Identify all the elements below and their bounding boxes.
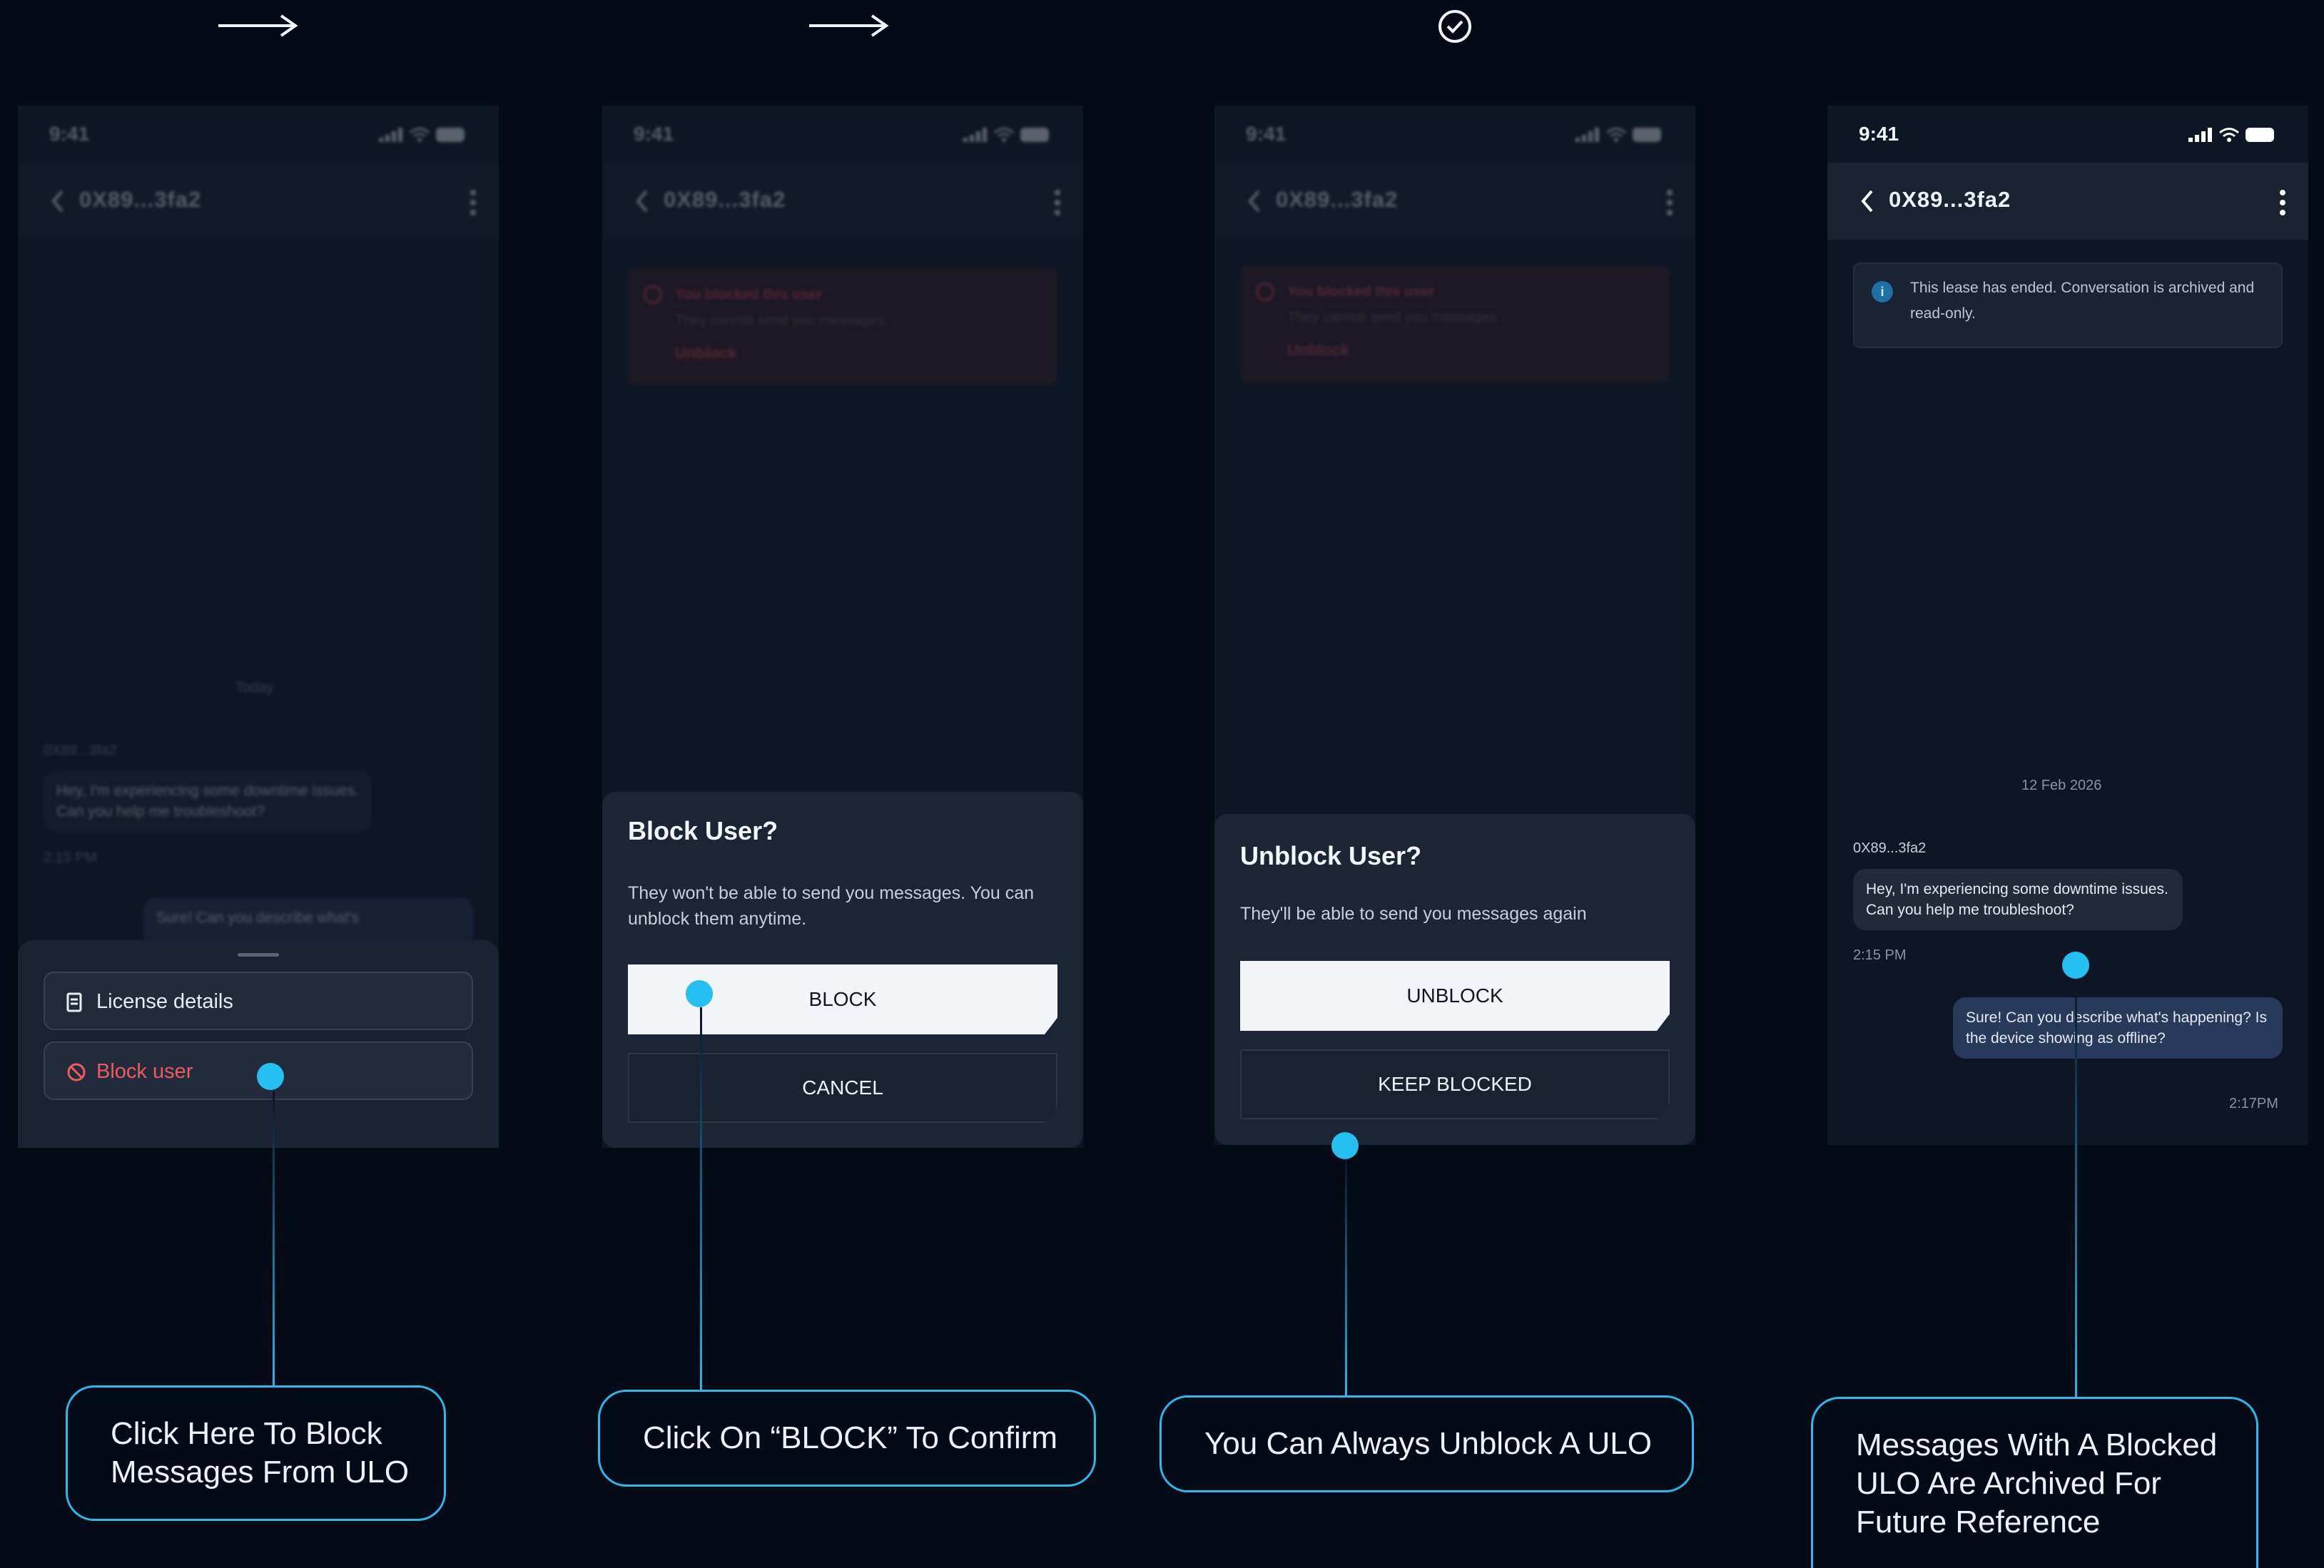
sheet-handle[interactable] — [238, 953, 279, 957]
outgoing-message: Sure! Can you describe what's happening?… — [1953, 997, 2283, 1059]
block-user-label: Block user — [96, 1060, 193, 1083]
chat-title: 0X89...3fa2 — [79, 187, 202, 212]
connector-line-2 — [700, 1007, 702, 1391]
info-icon: i — [1872, 281, 1893, 302]
status-bar: 9:41 — [18, 106, 499, 163]
more-icon[interactable] — [1053, 188, 1062, 220]
connector-line-3 — [1345, 1160, 1347, 1395]
chat-title: 0X89...3fa2 — [1889, 187, 2011, 212]
back-icon[interactable] — [1859, 188, 1876, 218]
screen-unblock-confirm: 9:41 0X89...3fa2 You blocked this user T… — [1214, 106, 1695, 1145]
incoming-message: Hey, I'm experiencing some downtime issu… — [44, 770, 372, 832]
archived-info-banner: i This lease has ended. Conversation is … — [1853, 263, 2283, 348]
status-time: 9:41 — [634, 123, 674, 145]
message-time: 2:15 PM — [44, 850, 97, 865]
sender-label: 0X89...3fa2 — [44, 743, 117, 758]
dialog-text: They won't be able to send you messages.… — [628, 883, 1035, 929]
tap-indicator-1 — [257, 1063, 284, 1090]
block-icon — [644, 285, 662, 304]
callout-text-line-2: Messages From ULO — [111, 1455, 410, 1490]
incoming-message: Hey, I'm experiencing some downtime issu… — [1853, 869, 2183, 930]
status-icons — [1575, 127, 1664, 143]
status-icons — [379, 127, 467, 143]
blocked-banner: You blocked this user They cannot send y… — [628, 268, 1057, 385]
screen-block-confirm: 9:41 0X89...3fa2 You blocked this user T… — [602, 106, 1083, 1148]
sender-label: 0X89...3fa2 — [1853, 840, 1927, 856]
callout-block-hint: Click Here To Block Messages From ULO — [66, 1385, 446, 1521]
screen-archived-chat: 9:41 0X89...3fa2 i This lease has ended.… — [1827, 106, 2308, 1145]
check-circle-icon — [1437, 9, 1473, 44]
status-time: 9:41 — [49, 123, 90, 145]
callout-text-line-1: Click Here To Block — [111, 1416, 382, 1451]
chat-header: 0X89...3fa2 — [602, 163, 1083, 240]
tap-indicator-3 — [1331, 1132, 1359, 1159]
chat-header: 0X89...3fa2 — [18, 163, 499, 240]
status-icons — [2188, 127, 2277, 143]
block-icon — [66, 1062, 86, 1086]
incoming-time: 2:15 PM — [1853, 947, 1907, 963]
dialog-title: Unblock User? — [1240, 841, 1422, 870]
callout-text-line-3: Future Reference — [1856, 1505, 2101, 1539]
status-icons — [963, 127, 1052, 143]
unblock-link[interactable]: Unblock — [1287, 341, 1349, 360]
chat-header: 0X89...3fa2 — [1827, 163, 2308, 240]
callout-text: You Can Always Unblock A ULO — [1204, 1426, 1652, 1461]
chat-title: 0X89...3fa2 — [1276, 187, 1399, 212]
screen-block-menu: 9:41 0X89...3fa2 Today 0X89...3fa2 Hey, … — [18, 106, 499, 1148]
blocked-subtitle: They cannot send you messages. — [1287, 310, 1501, 325]
action-sheet: License details Block user — [18, 940, 499, 1148]
status-bar: 9:41 — [1214, 106, 1695, 163]
chat-title: 0X89...3fa2 — [664, 187, 786, 212]
more-icon[interactable] — [469, 188, 477, 220]
connector-line-1 — [273, 1091, 275, 1385]
document-icon — [66, 992, 82, 1016]
chat-header: 0X89...3fa2 — [1214, 163, 1695, 240]
callout-unblock-hint: You Can Always Unblock A ULO — [1160, 1395, 1694, 1492]
license-details-label: License details — [96, 990, 233, 1013]
tap-indicator-4 — [2062, 952, 2089, 979]
status-time: 9:41 — [1859, 123, 1899, 145]
callout-text-line-2: ULO Are Archived For — [1856, 1466, 2161, 1501]
unblock-button[interactable]: UNBLOCK — [1240, 961, 1670, 1031]
tap-indicator-2 — [686, 980, 713, 1007]
license-details-button[interactable]: License details — [44, 972, 473, 1030]
cancel-button[interactable]: CANCEL — [628, 1053, 1057, 1123]
callout-archive-hint: Messages With A Blocked ULO Are Archived… — [1811, 1397, 2258, 1568]
arrow-right-icon — [215, 10, 301, 41]
outgoing-time: 2:17PM — [2229, 1096, 2278, 1111]
date-divider: Today — [235, 680, 274, 696]
more-icon[interactable] — [1665, 188, 1674, 220]
back-icon[interactable] — [634, 188, 651, 218]
status-bar: 9:41 — [1827, 106, 2308, 163]
back-icon[interactable] — [1246, 188, 1263, 218]
block-icon — [1256, 282, 1274, 301]
back-icon[interactable] — [49, 188, 66, 218]
callout-text-line-1: Messages With A Blocked — [1856, 1427, 2218, 1462]
dialog-title: Block User? — [628, 816, 778, 845]
unblock-link[interactable]: Unblock — [675, 344, 737, 362]
callout-text: Click On “BLOCK” To Confirm — [643, 1420, 1058, 1455]
blocked-title: You blocked this user — [675, 287, 823, 302]
arrow-right-icon — [806, 10, 892, 41]
status-time: 9:41 — [1246, 123, 1287, 145]
connector-line-4 — [2075, 979, 2077, 1400]
status-bar: 9:41 — [602, 106, 1083, 163]
unblock-dialog: Unblock User? They'll be able to send yo… — [1214, 814, 1695, 1145]
callout-confirm-hint: Click On “BLOCK” To Confirm — [598, 1390, 1096, 1487]
dialog-text: They'll be able to send you messages aga… — [1240, 904, 1587, 924]
block-dialog: Block User? They won't be able to send y… — [602, 792, 1083, 1148]
archived-info-text: This lease has ended. Conversation is ar… — [1910, 280, 2255, 322]
more-icon[interactable] — [2278, 188, 2287, 220]
blocked-title: You blocked this user — [1287, 284, 1435, 300]
keep-blocked-button[interactable]: KEEP BLOCKED — [1240, 1049, 1670, 1119]
blocked-subtitle: They cannot send you messages. — [675, 312, 889, 328]
date-divider: 12 Feb 2026 — [2021, 778, 2102, 793]
blocked-banner: You blocked this user They cannot send y… — [1240, 265, 1670, 382]
